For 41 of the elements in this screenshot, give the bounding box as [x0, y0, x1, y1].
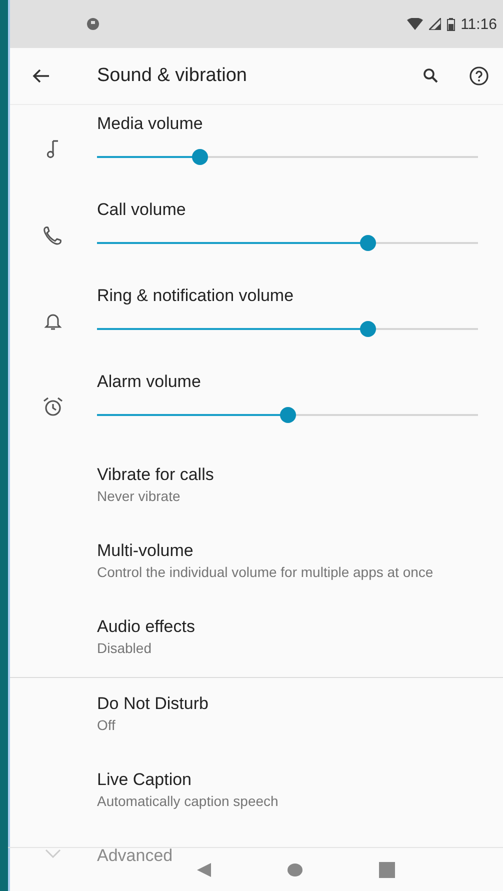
chevron-down-icon — [44, 849, 60, 858]
setting-summary: Never vibrate — [97, 487, 182, 505]
status-time: 11:16 — [460, 16, 497, 32]
slider-label: Alarm volume — [97, 371, 202, 393]
triangle-back-icon — [196, 862, 212, 878]
back-arrow-icon — [32, 68, 50, 84]
slider-thumb[interactable] — [280, 407, 296, 423]
slider-thumb[interactable] — [360, 235, 376, 251]
battery-icon — [446, 18, 455, 30]
setting-title[interactable]: Live Caption — [97, 769, 463, 791]
setting-summary: Control the individual volume for multiple apps at once — [97, 563, 434, 581]
slider-label: Media volume — [97, 113, 204, 135]
setting-title[interactable]: Do Not Disturb — [97, 693, 463, 715]
back-nav-button[interactable] — [196, 862, 212, 878]
slider-thumb[interactable] — [192, 149, 208, 165]
circle-home-icon — [287, 862, 304, 876]
setting-title[interactable]: Vibrate for calls — [97, 464, 463, 486]
search-icon — [423, 68, 439, 84]
page-title: Sound & vibration — [97, 65, 248, 87]
help-icon — [469, 66, 489, 86]
phone-icon — [42, 225, 64, 245]
slider-label: Call volume — [97, 199, 187, 221]
square-recents-icon — [379, 862, 396, 878]
volume-slider[interactable] — [97, 149, 478, 165]
setting-summary: Off — [97, 716, 116, 734]
setting-summary: Automatically caption speech — [97, 792, 280, 810]
home-nav-button[interactable] — [287, 862, 304, 876]
music-note-icon — [46, 139, 60, 159]
setting-summary: Disabled — [97, 639, 152, 657]
slider-thumb[interactable] — [360, 321, 376, 337]
volume-slider[interactable] — [97, 235, 478, 251]
slider-label: Ring & notification volume — [97, 285, 295, 307]
volume-slider[interactable] — [97, 407, 478, 423]
notification-icon — [86, 17, 100, 31]
wifi-icon — [406, 18, 423, 30]
recents-nav-button[interactable] — [379, 862, 396, 878]
signal-icon — [428, 18, 441, 30]
volume-slider[interactable] — [97, 321, 478, 337]
setting-title[interactable]: Multi-volume — [97, 540, 463, 562]
setting-title[interactable]: Audio effects — [97, 616, 463, 638]
alarm-clock-icon — [42, 396, 64, 418]
